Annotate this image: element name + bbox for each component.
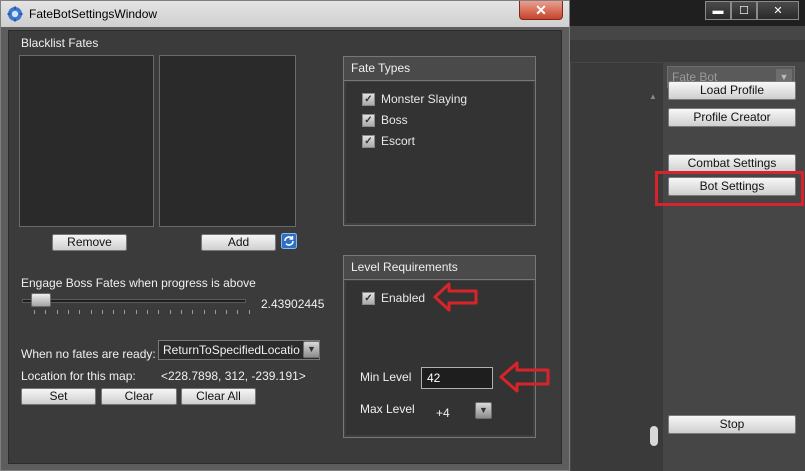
min-level-input[interactable]: 42 bbox=[421, 367, 493, 389]
fate-types-header: Fate Types bbox=[344, 57, 535, 81]
chevron-down-icon[interactable]: ▼ bbox=[475, 402, 492, 419]
log-scrollbar[interactable]: ▲ bbox=[647, 90, 661, 450]
minimize-button[interactable]: ▬ bbox=[705, 1, 731, 20]
check-icon[interactable]: ✓ bbox=[362, 113, 375, 127]
slider-tick bbox=[113, 310, 115, 314]
dialog-title: FateBotSettingsWindow bbox=[29, 7, 158, 21]
no-fates-label: When no fates are ready: bbox=[21, 347, 156, 361]
fatebot-settings-dialog: FateBotSettingsWindow ✕ Blacklist Fates … bbox=[0, 0, 570, 471]
slider-tick bbox=[226, 310, 228, 314]
slider-tick bbox=[135, 310, 137, 314]
scroll-thumb[interactable] bbox=[650, 426, 658, 446]
remove-button[interactable]: Remove bbox=[52, 234, 127, 251]
slider-tick bbox=[203, 310, 205, 314]
fate-type-monster-slaying[interactable]: ✓ Monster Slaying bbox=[362, 92, 467, 106]
slider-tick bbox=[67, 310, 69, 314]
slider-tick bbox=[180, 310, 182, 314]
clear-location-button[interactable]: Clear bbox=[101, 388, 177, 405]
level-enabled-label: Enabled bbox=[381, 291, 426, 305]
slider-tick bbox=[56, 310, 58, 314]
dialog-titlebar[interactable]: FateBotSettingsWindow ✕ bbox=[1, 1, 569, 27]
gear-robot-icon bbox=[7, 6, 23, 22]
slider-tick bbox=[237, 310, 239, 314]
max-level-label: Max Level bbox=[360, 402, 415, 416]
check-icon[interactable]: ✓ bbox=[362, 134, 375, 148]
main-titlebar: ▬ ☐ ✕ bbox=[561, 0, 805, 26]
set-location-button[interactable]: Set bbox=[21, 388, 96, 405]
boss-progress-value: 2.43902445 bbox=[261, 297, 325, 311]
slider-tick bbox=[169, 310, 171, 314]
location-value: <228.7898, 312, -239.191> bbox=[161, 369, 306, 383]
slider-tick bbox=[192, 310, 194, 314]
main-close-button[interactable]: ✕ bbox=[757, 1, 799, 20]
min-level-label: Min Level bbox=[360, 370, 412, 384]
level-enabled-checkbox-row[interactable]: ✓ Enabled bbox=[362, 291, 425, 305]
load-profile-button[interactable]: Load Profile bbox=[668, 81, 796, 100]
dialog-close-button[interactable]: ✕ bbox=[519, 1, 563, 20]
no-fates-select[interactable]: ReturnToSpecifiedLocatio bbox=[158, 340, 320, 360]
boss-progress-label: Engage Boss Fates when progress is above bbox=[21, 276, 256, 290]
profile-creator-button[interactable]: Profile Creator bbox=[668, 108, 796, 127]
annotation-arrow-icon bbox=[433, 282, 478, 312]
fate-types-body: ✓ Monster Slaying ✓ Boss ✓ Escort bbox=[346, 82, 533, 223]
main-content: ▲ Fate Bot ▼ Load Profile Profile Creato… bbox=[561, 26, 805, 471]
max-level-value: +4 bbox=[436, 406, 450, 420]
no-fates-selected-value: ReturnToSpecifiedLocatio bbox=[163, 343, 300, 357]
check-icon[interactable]: ✓ bbox=[362, 291, 375, 305]
boss-progress-slider-track[interactable] bbox=[22, 299, 246, 303]
slider-tick bbox=[124, 310, 126, 314]
refresh-icon[interactable] bbox=[281, 233, 297, 249]
fate-types-group: Fate Types ✓ Monster Slaying ✓ Boss ✓ Es… bbox=[343, 56, 536, 226]
fate-type-label: Escort bbox=[381, 134, 416, 148]
slider-tick bbox=[79, 310, 81, 314]
main-topbar bbox=[561, 40, 805, 62]
level-requirements-header: Level Requirements bbox=[344, 256, 535, 280]
stop-button[interactable]: Stop bbox=[668, 415, 796, 434]
blacklist-label: Blacklist Fates bbox=[21, 36, 99, 50]
main-window: ▬ ☐ ✕ ▲ Fate Bot ▼ Load Profile Profile … bbox=[560, 0, 805, 471]
annotation-arrow-icon bbox=[499, 361, 550, 393]
slider-tick bbox=[34, 310, 35, 314]
chevron-down-icon[interactable]: ▼ bbox=[303, 341, 320, 358]
slider-tick bbox=[248, 310, 250, 314]
location-label: Location for this map: bbox=[21, 369, 136, 383]
blacklist-available-list[interactable] bbox=[19, 55, 154, 227]
clear-all-button[interactable]: Clear All bbox=[181, 388, 256, 405]
fate-type-boss[interactable]: ✓ Boss bbox=[362, 113, 408, 127]
slider-tick bbox=[214, 310, 216, 314]
slider-tick bbox=[158, 310, 160, 314]
maximize-button[interactable]: ☐ bbox=[731, 1, 757, 20]
boss-progress-slider-thumb[interactable] bbox=[30, 293, 51, 307]
fate-type-label: Monster Slaying bbox=[381, 92, 468, 106]
slider-tick bbox=[101, 310, 103, 314]
fate-type-escort[interactable]: ✓ Escort bbox=[362, 134, 415, 148]
slider-tick bbox=[90, 310, 92, 314]
scroll-up-icon[interactable]: ▲ bbox=[649, 92, 657, 101]
slider-tick bbox=[45, 310, 47, 314]
blacklist-selected-list[interactable] bbox=[159, 55, 296, 227]
add-button[interactable]: Add bbox=[201, 234, 276, 251]
slider-tick bbox=[147, 310, 148, 314]
fate-type-label: Boss bbox=[381, 113, 408, 127]
check-icon[interactable]: ✓ bbox=[362, 92, 375, 106]
bot-settings-highlight-box bbox=[655, 171, 804, 206]
